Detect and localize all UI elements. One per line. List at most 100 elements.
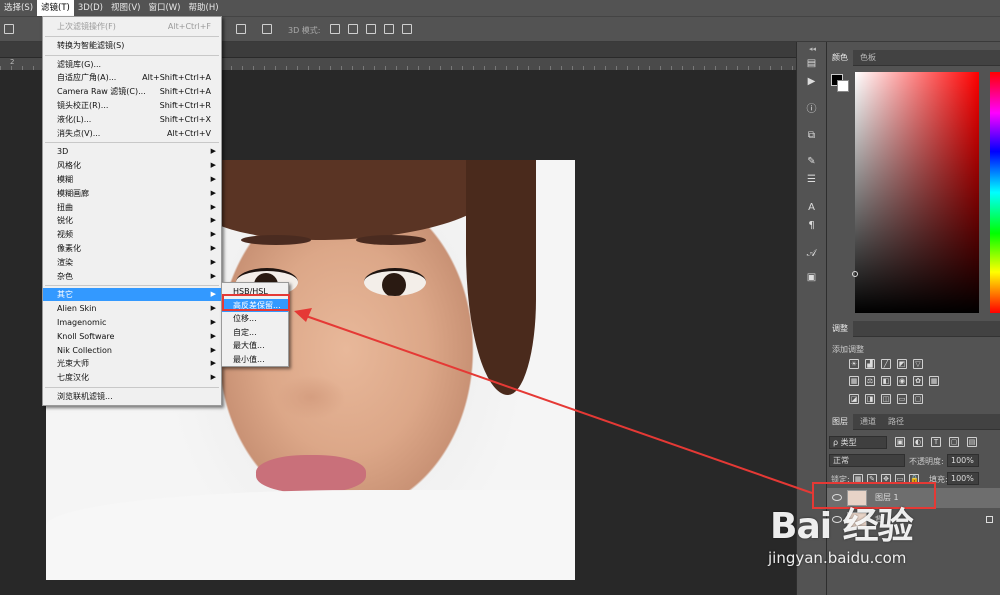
other-submenu-item[interactable]: 最大值...: [222, 339, 288, 352]
tab-channels[interactable]: 通道: [855, 414, 881, 430]
background-color-swatch[interactable]: [837, 80, 849, 92]
menu-select[interactable]: 选择(S): [0, 0, 37, 16]
tab-paths[interactable]: 路径: [883, 414, 909, 430]
filter-menu-item[interactable]: 光束大师 ▶: [43, 357, 221, 370]
color-panel-tabs: 颜色 色板: [827, 50, 1000, 66]
menu-filter[interactable]: 滤镜(T): [37, 0, 74, 16]
photo-lips: [256, 455, 366, 493]
tab-swatches[interactable]: 色板: [855, 50, 881, 66]
filter-menu-item[interactable]: 自适应广角(A)... Alt+Shift+Ctrl+A: [43, 71, 221, 84]
layer-filter-kind-select[interactable]: ρ 类型: [829, 436, 887, 449]
other-submenu-item[interactable]: 自定...: [222, 326, 288, 339]
filter-menu-item[interactable]: 消失点(V)... Alt+Ctrl+V: [43, 127, 221, 140]
fill-input[interactable]: 100%: [947, 472, 979, 485]
submenu-arrow-icon: ▶: [210, 304, 216, 313]
3d-roll-icon[interactable]: [348, 24, 358, 34]
character-icon[interactable]: A: [805, 202, 818, 214]
3d-slide-icon[interactable]: [384, 24, 394, 34]
menu-item-label: 视频: [57, 230, 73, 240]
menu-view[interactable]: 视图(V): [107, 0, 144, 16]
properties-icon[interactable]: ▣: [805, 272, 818, 284]
filter-menu-item[interactable]: Nik Collection ▶: [43, 344, 221, 357]
vibrance-icon[interactable]: ▽: [913, 359, 923, 369]
paragraph-icon[interactable]: ¶: [805, 220, 818, 232]
filter-menu-item[interactable]: 像素化 ▶: [43, 242, 221, 255]
filter-menu-item[interactable]: Camera Raw 滤镜(C)... Shift+Ctrl+A: [43, 85, 221, 98]
exposure-icon[interactable]: ◩: [897, 359, 907, 369]
3d-scale-icon[interactable]: [402, 24, 412, 34]
filter-menu-item[interactable]: 3D ▶: [43, 145, 221, 158]
filter-menu-item[interactable]: 渲染 ▶: [43, 256, 221, 269]
hue-slider[interactable]: [990, 72, 1000, 313]
photo-filter-icon[interactable]: ◉: [897, 376, 907, 386]
brightness-icon[interactable]: ☀: [849, 359, 859, 369]
menu-3d[interactable]: 3D(D): [74, 0, 107, 16]
filter-menu-item[interactable]: 扭曲 ▶: [43, 201, 221, 214]
filter-menu-item[interactable]: 七度汉化 ▶: [43, 371, 221, 384]
filter-menu-item[interactable]: 锐化 ▶: [43, 214, 221, 227]
menu-window[interactable]: 窗口(W): [144, 0, 184, 16]
filter-menu-item[interactable]: 转换为智能滤镜(S): [43, 39, 221, 52]
filter-menu-item[interactable]: Alien Skin ▶: [43, 302, 221, 315]
submenu-arrow-icon: ▶: [210, 290, 216, 299]
curves-icon[interactable]: ╱: [881, 359, 891, 369]
filter-menu-item[interactable]: 镜头校正(R)... Shift+Ctrl+R: [43, 99, 221, 112]
sliders-icon[interactable]: ☰: [805, 174, 818, 186]
threshold-icon[interactable]: ◫: [881, 394, 891, 404]
other-submenu-item[interactable]: 位移...: [222, 312, 288, 325]
play-actions-icon[interactable]: ▶: [805, 76, 818, 88]
photo-hair: [196, 160, 496, 240]
filter-menu-item[interactable]: 其它 ▶: [43, 288, 221, 302]
brush-icon[interactable]: ✎: [805, 156, 818, 168]
info-icon[interactable]: ⓘ: [805, 104, 818, 116]
menu-item-label: 渲染: [57, 257, 73, 267]
hue-saturation-icon[interactable]: ▦: [849, 376, 859, 386]
other-submenu-item[interactable]: 最小值...: [222, 353, 288, 366]
collapse-arrows-icon[interactable]: ◂◂: [809, 45, 816, 53]
opacity-input[interactable]: 100%: [947, 454, 979, 467]
selective-color-icon[interactable]: ▢: [913, 394, 923, 404]
filter-menu-item[interactable]: Imagenomic ▶: [43, 316, 221, 329]
filter-menu-item[interactable]: 浏览联机滤镜...: [43, 390, 221, 403]
glyphs-icon[interactable]: 𝒜: [805, 248, 818, 260]
color-picker-field[interactable]: [855, 72, 979, 313]
menu-item-label: Nik Collection: [57, 345, 112, 355]
levels-icon[interactable]: ▟: [865, 359, 875, 369]
filter-menu-item[interactable]: 杂色 ▶: [43, 270, 221, 283]
tool-options-icon[interactable]: [4, 24, 14, 34]
filter-menu-item[interactable]: 滤镜库(G)...: [43, 58, 221, 71]
adjustment-filter-icon[interactable]: ◐: [913, 437, 923, 447]
blend-mode-select[interactable]: 正常: [829, 454, 905, 467]
pixel-filter-icon[interactable]: ▣: [895, 437, 905, 447]
shape-filter-icon[interactable]: ▢: [949, 437, 959, 447]
distribute-icon[interactable]: [262, 24, 272, 34]
invert-icon[interactable]: ◪: [849, 394, 859, 404]
gradient-map-icon[interactable]: ▭: [897, 394, 907, 404]
filter-menu-item[interactable]: 风格化 ▶: [43, 159, 221, 172]
color-balance-icon[interactable]: ⚖: [865, 376, 875, 386]
filter-menu-item[interactable]: Knoll Software ▶: [43, 330, 221, 343]
smart-object-filter-icon[interactable]: ▤: [967, 437, 977, 447]
black-white-icon[interactable]: ◧: [881, 376, 891, 386]
filter-menu-item[interactable]: 液化(L)... Shift+Ctrl+X: [43, 113, 221, 126]
submenu-arrow-icon: ▶: [210, 216, 216, 225]
color-lookup-icon[interactable]: ▦: [929, 376, 939, 386]
menu-help[interactable]: 帮助(H): [185, 0, 223, 16]
filter-menu-item[interactable]: 视频 ▶: [43, 228, 221, 241]
menu-item-label: 锐化: [57, 216, 73, 226]
3d-pan-icon[interactable]: [366, 24, 376, 34]
posterize-icon[interactable]: ◨: [865, 394, 875, 404]
tab-adjustments[interactable]: 调整: [827, 321, 853, 337]
align-icon[interactable]: [236, 24, 246, 34]
tab-layers[interactable]: 图层: [827, 414, 853, 430]
color-picker-cursor[interactable]: [852, 271, 858, 277]
channel-mixer-icon[interactable]: ✿: [913, 376, 923, 386]
clone-source-icon[interactable]: ⧉: [805, 130, 818, 142]
history-icon[interactable]: ▤: [805, 58, 818, 70]
filter-menu-item[interactable]: 模糊画廊 ▶: [43, 187, 221, 200]
filter-menu-item[interactable]: 模糊 ▶: [43, 173, 221, 186]
type-filter-icon[interactable]: T: [931, 437, 941, 447]
menu-item-label: 杂色: [57, 271, 73, 281]
tab-color[interactable]: 颜色: [827, 50, 853, 66]
3d-rotate-icon[interactable]: [330, 24, 340, 34]
